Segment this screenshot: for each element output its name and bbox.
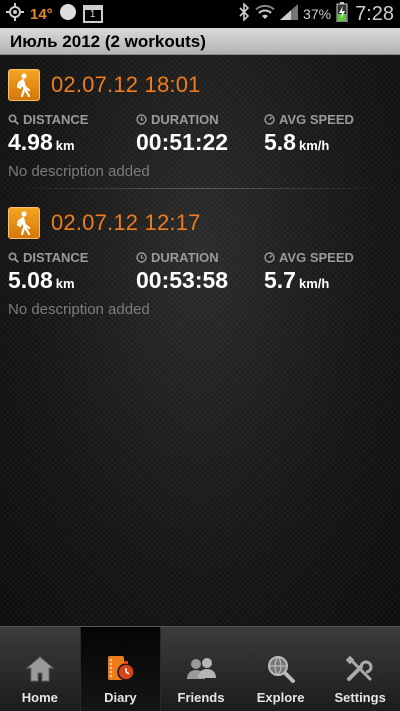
duration-value: 00:53:58 — [136, 267, 229, 293]
tab-home[interactable]: Home — [0, 627, 80, 711]
speed-unit: km/h — [298, 138, 330, 153]
distance-value: 4.98 — [8, 129, 53, 155]
tools-icon — [345, 655, 373, 681]
distance-stat: DISTANCE 4.98 km — [8, 111, 136, 159]
clock-icon — [136, 251, 147, 263]
battery-percent: 37% — [303, 6, 332, 22]
speed-label: AVG SPEED — [279, 111, 354, 127]
tab-diary[interactable]: Diary — [79, 627, 162, 711]
bluetooth-icon — [238, 2, 250, 25]
duration-value: 00:51:22 — [136, 129, 229, 155]
duration-label: DURATION — [151, 249, 219, 265]
duration-stat: DURATION 00:51:22 — [136, 111, 264, 159]
tab-settings[interactable]: Settings — [320, 627, 400, 711]
divider — [10, 188, 390, 189]
workout-description: No description added — [8, 163, 150, 180]
walking-icon — [8, 69, 40, 101]
workout-list: 02.07.12 18:01 DISTANCE 4.98 km DURATION … — [0, 55, 400, 626]
globe-search-icon — [267, 656, 295, 683]
duration-stat: DURATION 00:53:58 — [136, 249, 264, 297]
house-icon — [25, 656, 55, 682]
speed-value: 5.7 — [264, 267, 296, 293]
distance-unit: km — [55, 138, 75, 153]
gps-icon — [6, 3, 24, 25]
search-icon — [8, 251, 19, 263]
speed-label: AVG SPEED — [279, 249, 354, 265]
diary-stopwatch-icon — [108, 656, 136, 681]
tab-label: Settings — [334, 690, 386, 705]
speedometer-icon — [264, 113, 275, 125]
tab-explore[interactable]: Explore — [241, 627, 321, 711]
workout-datetime: 02.07.12 18:01 — [51, 72, 201, 97]
speed-stat: AVG SPEED 5.7 km/h — [264, 249, 392, 297]
wifi-icon — [255, 4, 275, 24]
signal-icon — [280, 4, 299, 24]
status-bar: 14° 1 37% 7:28 — [0, 0, 400, 28]
tab-friends[interactable]: Friends — [161, 627, 241, 711]
distance-unit: km — [55, 276, 75, 291]
workout-item[interactable]: 02.07.12 18:01 DISTANCE 4.98 km DURATION … — [0, 67, 400, 180]
speed-unit: km/h — [298, 276, 330, 291]
workout-datetime: 02.07.12 12:17 — [51, 210, 201, 235]
tab-label: Explore — [256, 690, 305, 705]
bottom-tab-bar: Home Diary Friends Explore Settings — [0, 626, 400, 711]
friends-icon — [186, 658, 216, 679]
tab-label: Home — [21, 690, 58, 705]
speedometer-icon — [264, 251, 275, 263]
clock: 7:28 — [355, 2, 394, 25]
clock-icon — [136, 113, 147, 125]
calendar-icon: 1 — [82, 5, 103, 23]
workout-item[interactable]: 02.07.12 12:17 DISTANCE 5.08 km DURATION … — [0, 205, 400, 318]
distance-label: DISTANCE — [23, 111, 89, 127]
tab-label: Friends — [177, 690, 225, 705]
distance-value: 5.08 — [8, 267, 53, 293]
notification-count: 1 — [89, 9, 96, 20]
distance-label: DISTANCE — [23, 249, 89, 265]
duration-label: DURATION — [151, 111, 219, 127]
workout-description: No description added — [8, 301, 150, 318]
battery-charging-icon — [336, 2, 348, 26]
speed-value: 5.8 — [264, 129, 296, 155]
page-title: Июль 2012 (2 workouts) — [0, 28, 400, 55]
temperature-text: 14° — [30, 5, 53, 23]
search-icon — [8, 113, 19, 125]
circle-icon — [59, 3, 77, 25]
speed-stat: AVG SPEED 5.8 km/h — [264, 111, 392, 159]
tab-label: Diary — [104, 690, 137, 705]
distance-stat: DISTANCE 5.08 km — [8, 249, 136, 297]
walking-icon — [8, 207, 40, 239]
